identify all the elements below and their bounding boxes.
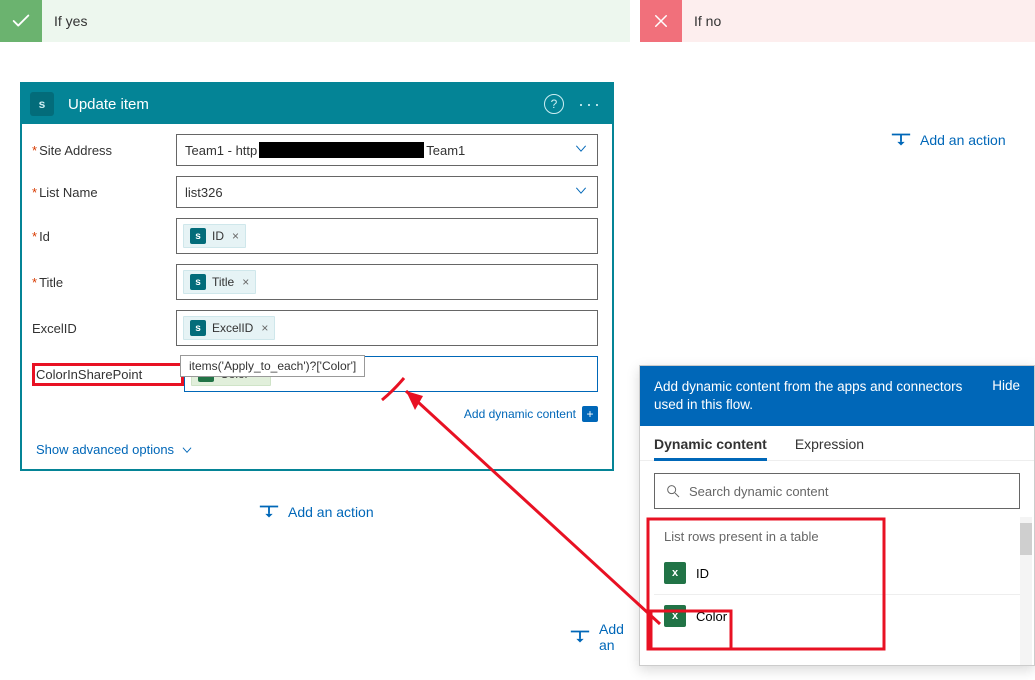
field-title: *Title s Title × bbox=[32, 264, 598, 300]
card-header[interactable]: s Update item ? ··· bbox=[22, 84, 612, 124]
sharepoint-icon: s bbox=[190, 228, 206, 244]
card-title: Update item bbox=[68, 96, 544, 113]
help-icon[interactable]: ? bbox=[544, 94, 564, 114]
label-site-address: Site Address bbox=[39, 143, 112, 158]
dynamic-item-id-text: ID bbox=[696, 566, 709, 581]
label-color-sp: ColorInSharePoint bbox=[36, 367, 142, 382]
search-icon bbox=[665, 483, 681, 499]
excel-icon: x bbox=[664, 562, 686, 584]
add-action-icon bbox=[258, 502, 280, 522]
field-excelid: ExcelID s ExcelID × bbox=[32, 310, 598, 346]
add-action-no-label: Add an action bbox=[920, 132, 1006, 148]
token-title[interactable]: s Title × bbox=[183, 270, 256, 294]
title-input[interactable]: s Title × bbox=[176, 264, 598, 300]
token-text: Title bbox=[212, 275, 234, 289]
if-no-title: If no bbox=[682, 13, 721, 29]
scrollbar-thumb[interactable] bbox=[1020, 523, 1032, 555]
excel-icon: x bbox=[664, 605, 686, 627]
chevron-down-icon bbox=[573, 141, 589, 160]
token-text: ID bbox=[212, 229, 224, 243]
chevron-down-icon bbox=[180, 443, 194, 457]
add-dynamic-content-label: Add dynamic content bbox=[464, 407, 576, 421]
show-advanced-options[interactable]: Show advanced options bbox=[22, 434, 194, 469]
redacted-url bbox=[259, 142, 424, 158]
dynamic-item-color-text: Color bbox=[696, 609, 727, 624]
if-no-header[interactable]: If no bbox=[640, 0, 1035, 42]
tab-dynamic-content[interactable]: Dynamic content bbox=[654, 436, 767, 460]
site-address-value-prefix: Team1 - http bbox=[185, 143, 257, 158]
dynamic-item-color[interactable]: x Color bbox=[654, 595, 1020, 637]
token-expression-tooltip: items('Apply_to_each')?['Color'] bbox=[180, 355, 365, 377]
show-advanced-label: Show advanced options bbox=[36, 442, 174, 457]
list-name-select[interactable]: list326 bbox=[176, 176, 598, 208]
site-address-select[interactable]: Team1 - http Team1 bbox=[176, 134, 598, 166]
list-name-value: list326 bbox=[185, 185, 223, 200]
sharepoint-icon: s bbox=[190, 274, 206, 290]
label-title: Title bbox=[39, 275, 63, 290]
dynamic-panel-header-text: Add dynamic content from the apps and co… bbox=[654, 378, 982, 414]
dynamic-search-placeholder: Search dynamic content bbox=[689, 484, 828, 499]
add-dynamic-content-link[interactable]: Add dynamic content + bbox=[464, 406, 598, 422]
add-action-button[interactable]: Add an action bbox=[258, 502, 374, 522]
add-action-icon bbox=[569, 627, 591, 647]
token-text: ExcelID bbox=[212, 321, 253, 335]
add-action-button-partial[interactable]: Add an bbox=[569, 621, 630, 653]
if-yes-header[interactable]: If yes bbox=[0, 0, 630, 42]
excelid-input[interactable]: s ExcelID × bbox=[176, 310, 598, 346]
site-address-value-suffix: Team1 bbox=[426, 143, 465, 158]
close-icon bbox=[640, 0, 682, 42]
update-item-card: s Update item ? ··· *Site Address Team1 … bbox=[20, 82, 614, 471]
label-id: Id bbox=[39, 229, 50, 244]
check-icon bbox=[0, 0, 42, 42]
add-action-label: Add an action bbox=[288, 504, 374, 520]
sharepoint-icon: s bbox=[22, 84, 62, 124]
dynamic-panel-header: Add dynamic content from the apps and co… bbox=[640, 366, 1034, 426]
dynamic-panel-hide[interactable]: Hide bbox=[992, 378, 1020, 393]
token-excelid[interactable]: s ExcelID × bbox=[183, 316, 275, 340]
token-remove-icon[interactable]: × bbox=[232, 229, 239, 243]
dynamic-search-input[interactable]: Search dynamic content bbox=[654, 473, 1020, 509]
add-action-button-no[interactable]: Add an action bbox=[890, 130, 1006, 150]
tab-expression[interactable]: Expression bbox=[795, 436, 864, 460]
add-action-label-cut: Add an bbox=[599, 621, 630, 653]
dynamic-section-title: List rows present in a table bbox=[654, 521, 1020, 552]
dynamic-content-panel: Add dynamic content from the apps and co… bbox=[639, 365, 1035, 666]
field-list-name: *List Name list326 bbox=[32, 176, 598, 208]
field-site-address: *Site Address Team1 - http Team1 bbox=[32, 134, 598, 166]
chevron-down-icon bbox=[573, 183, 589, 202]
sharepoint-icon: s bbox=[190, 320, 206, 336]
if-yes-title: If yes bbox=[42, 13, 87, 29]
id-input[interactable]: s ID × bbox=[176, 218, 598, 254]
add-action-icon bbox=[890, 130, 912, 150]
token-id[interactable]: s ID × bbox=[183, 224, 246, 248]
label-excelid: ExcelID bbox=[32, 321, 77, 336]
field-id: *Id s ID × bbox=[32, 218, 598, 254]
dynamic-panel-tabs: Dynamic content Expression bbox=[640, 426, 1034, 461]
token-remove-icon[interactable]: × bbox=[261, 321, 268, 335]
dynamic-item-id[interactable]: x ID bbox=[654, 552, 1020, 595]
label-list-name: List Name bbox=[39, 185, 98, 200]
token-remove-icon[interactable]: × bbox=[242, 275, 249, 289]
plus-icon: + bbox=[582, 406, 598, 422]
